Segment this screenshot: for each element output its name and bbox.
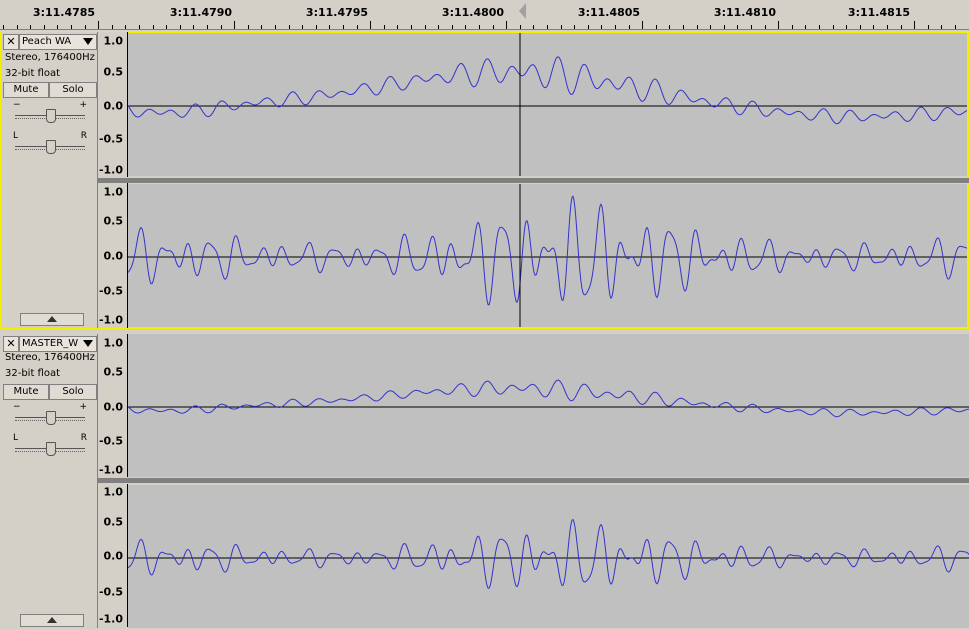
waveform-line (128, 518, 969, 589)
dropdown-arrow-icon (83, 38, 93, 45)
amplitude-scale: 1.0 0.5 0.0 -0.5 -1.0 (98, 32, 128, 177)
track-format: Stereo, 176400Hz (5, 352, 95, 363)
waveform-left-channel[interactable] (128, 334, 969, 477)
pan-left-label: L (13, 433, 19, 443)
close-icon[interactable]: ✕ (3, 34, 19, 50)
track-control-panel: ✕ MASTER_W Stereo, 176400Hz 32-bit float… (1, 334, 98, 628)
amplitude-scale: 1.0 0.5 0.0 -0.5 -1.0 (98, 183, 128, 328)
scale-label: 1.0 (103, 485, 124, 499)
gain-slider-thumb[interactable] (46, 109, 56, 123)
time-label: 3:11.4795 (305, 6, 369, 19)
amplitude-scale: 1.0 0.5 0.0 -0.5 -1.0 (98, 334, 128, 477)
track-name: MASTER_W (22, 338, 79, 349)
scale-label: 0.0 (103, 249, 124, 263)
track-bitdepth: 32-bit float (5, 68, 61, 79)
gain-plus-label: + (79, 100, 87, 110)
channel-divider (98, 478, 969, 483)
collapse-up-icon[interactable] (20, 313, 84, 326)
scale-label: 1.0 (103, 34, 124, 48)
scale-label: 0.5 (103, 365, 124, 379)
scale-label: -1.0 (98, 163, 123, 177)
waveform-left-channel[interactable] (128, 33, 967, 176)
scale-label: 1.0 (103, 336, 124, 350)
pan-right-label: R (80, 433, 87, 443)
gain-slider-thumb[interactable] (46, 411, 56, 425)
gain-minus-label: − (13, 100, 21, 110)
scale-label: -0.5 (98, 284, 123, 298)
collapse-up-icon[interactable] (20, 614, 84, 627)
time-label: 3:11.4810 (713, 6, 777, 19)
scale-label: -0.5 (98, 132, 123, 146)
track-control-panel: ✕ Peach WA Stereo, 176400Hz 32-bit float… (1, 32, 98, 328)
waveform-line (128, 379, 969, 418)
pan-slider[interactable]: L R (13, 433, 87, 456)
timeline-ruler[interactable]: 3:11.4785 3:11.4790 3:11.4795 3:11.4800 3:11… (0, 0, 969, 30)
pan-slider-thumb[interactable] (46, 140, 56, 154)
close-icon[interactable]: ✕ (3, 336, 19, 352)
time-label: 3:11.4800 (441, 6, 505, 19)
play-position-marker[interactable] (519, 3, 526, 19)
gain-slider[interactable]: − + (13, 402, 87, 425)
pan-slider-thumb[interactable] (46, 442, 56, 456)
track-peach[interactable]: ✕ Peach WA Stereo, 176400Hz 32-bit float… (0, 31, 969, 329)
pan-left-label: L (13, 131, 19, 141)
solo-button[interactable]: Solo (49, 82, 97, 98)
gain-slider[interactable]: − + (13, 100, 87, 123)
time-label: 3:11.4785 (32, 6, 96, 19)
mute-button[interactable]: Mute (3, 384, 49, 400)
scale-label: -0.5 (98, 585, 123, 599)
gain-plus-label: + (79, 402, 87, 412)
time-label: 3:11.4805 (577, 6, 641, 19)
pan-right-label: R (80, 131, 87, 141)
scale-label: 0.0 (103, 549, 124, 563)
track-format: Stereo, 176400Hz (5, 52, 95, 63)
mute-button[interactable]: Mute (3, 82, 49, 98)
dropdown-arrow-icon (83, 340, 93, 347)
waveform-line (128, 195, 967, 306)
track-name: Peach WA (22, 36, 72, 47)
scale-label: 0.5 (103, 214, 124, 228)
waveform-line (128, 56, 967, 125)
scale-label: -0.5 (98, 434, 123, 448)
track-name-menu[interactable]: MASTER_W (19, 336, 97, 352)
waveform-right-channel[interactable] (128, 485, 969, 628)
scale-label: -1.0 (98, 313, 123, 327)
time-label: 3:11.4815 (847, 6, 911, 19)
scale-label: 0.0 (103, 99, 124, 113)
scale-label: -1.0 (98, 612, 123, 626)
gain-minus-label: − (13, 402, 21, 412)
scale-label: 0.5 (103, 65, 124, 79)
scale-label: 0.5 (103, 515, 124, 529)
track-name-menu[interactable]: Peach WA (19, 34, 97, 50)
waveform-right-channel[interactable] (128, 184, 967, 327)
time-label: 3:11.4790 (169, 6, 233, 19)
amplitude-scale: 1.0 0.5 0.0 -0.5 -1.0 (98, 484, 128, 627)
solo-button[interactable]: Solo (49, 384, 97, 400)
track-bitdepth: 32-bit float (5, 368, 61, 379)
scale-label: -1.0 (98, 463, 123, 477)
scale-label: 0.0 (103, 400, 124, 414)
track-master[interactable]: ✕ MASTER_W Stereo, 176400Hz 32-bit float… (0, 333, 969, 629)
channel-divider (98, 178, 969, 183)
pan-slider[interactable]: L R (13, 131, 87, 154)
scale-label: 1.0 (103, 185, 124, 199)
